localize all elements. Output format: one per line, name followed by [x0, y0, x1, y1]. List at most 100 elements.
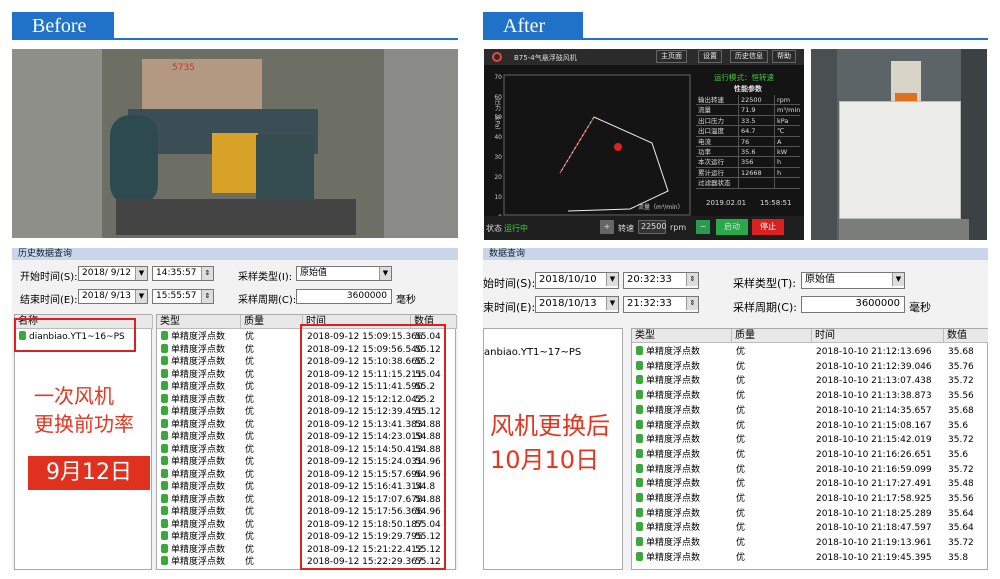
chevron-down-icon[interactable]: ▼ — [135, 267, 147, 280]
chevron-down-icon[interactable]: ▼ — [892, 273, 904, 286]
blower-control-screen: B75-4气悬浮鼓风机 主页面 设置 历史信息 帮助 运行模式：恒转速 70 60… — [484, 49, 804, 240]
table-row[interactable]: 单精度浮点数 优 2018-10-10 21:13:38.873 35.56 — [632, 390, 987, 403]
table-row[interactable]: 单精度浮点数 优 2018-10-10 21:19:45.395 35.8 — [632, 551, 987, 565]
table-row[interactable]: 单精度浮点数 优 2018-10-10 21:19:13.961 35.72 — [632, 537, 987, 550]
cell-type: 单精度浮点数 — [161, 556, 225, 568]
chevron-down-icon[interactable]: ▼ — [606, 273, 618, 286]
speed-minus-button[interactable]: − — [696, 220, 710, 234]
end-date-input[interactable]: 2018/10/13 ▼ — [535, 296, 619, 313]
cell-quality: 优 — [736, 420, 746, 431]
tab-history[interactable]: 历史信息 — [730, 50, 768, 63]
param-v: 356 — [738, 157, 774, 167]
spin-icon[interactable]: ⇕ — [686, 273, 698, 286]
tab-home[interactable]: 主页面 — [656, 50, 687, 63]
sample-period-label: 采样周期(C): — [238, 295, 297, 306]
end-time-input[interactable]: 15:55:57 ⇕ — [152, 289, 214, 304]
float-type-icon — [161, 393, 168, 403]
col-type: 类型 — [157, 315, 241, 329]
cell-type: 单精度浮点数 — [161, 406, 225, 418]
sample-type-label: 采样类型(I): — [238, 272, 293, 283]
cell-quality: 优 — [245, 532, 255, 542]
start-time-label: 开始时间(S): — [20, 272, 78, 283]
table-row[interactable]: 单精度浮点数 优 2018-10-10 21:16:26.651 35.6 — [632, 448, 987, 462]
end-time-input[interactable]: 21:32:33 ⇕ — [623, 296, 699, 313]
brand-logo-icon — [492, 52, 502, 62]
cell-type: 单精度浮点数 — [161, 518, 225, 531]
cell-quality: 优 — [736, 479, 746, 490]
param-v: 35.6 — [738, 146, 774, 157]
param-k: 输出转速 — [698, 96, 724, 104]
cell-quality: 优 — [736, 508, 746, 519]
table-row[interactable]: 单精度浮点数 优 2018-10-10 21:12:39.046 35.76 — [632, 360, 987, 374]
cell-quality: 优 — [736, 391, 746, 402]
speed-label: 转速 — [618, 224, 634, 233]
cell-type: 单精度浮点数 — [161, 543, 225, 556]
cell-type: 单精度浮点数 — [636, 419, 700, 432]
spin-icon[interactable]: ⇕ — [686, 297, 698, 310]
cell-type: 单精度浮点数 — [636, 507, 700, 520]
float-type-icon — [161, 468, 168, 478]
tag-list[interactable]: 名称 dianbiao.YT1~16~PS — [14, 314, 153, 570]
param-v: 33.5 — [738, 115, 774, 126]
float-type-icon — [161, 518, 168, 528]
stop-button[interactable]: 停止 — [752, 219, 784, 235]
tab-settings[interactable]: 设置 — [698, 50, 722, 63]
cell-quality: 优 — [736, 538, 746, 549]
cell-quality: 优 — [245, 469, 255, 480]
param-row: 输出转速 22500 rpm — [696, 95, 800, 106]
sample-period-input[interactable]: 3600000 — [801, 296, 905, 313]
y-tick: 20 — [494, 174, 502, 181]
speed-plus-button[interactable]: + — [600, 220, 614, 234]
tag-item[interactable]: anbiao.YT1~17~PS — [484, 347, 581, 358]
spin-icon[interactable]: ⇕ — [201, 290, 213, 303]
start-button[interactable]: 启动 — [716, 219, 748, 235]
end-date-input[interactable]: 2018/ 9/13 ▼ — [78, 289, 148, 304]
table-row[interactable]: 单精度浮点数 优 2018-10-10 21:12:13.696 35.68 — [632, 346, 987, 359]
cell-type: 单精度浮点数 — [161, 418, 225, 431]
float-type-icon — [161, 406, 168, 415]
param-u: kW — [774, 146, 798, 157]
chevron-down-icon[interactable]: ▼ — [379, 267, 391, 280]
float-type-icon — [161, 443, 168, 453]
cell-quality: 优 — [245, 344, 255, 355]
table-row[interactable]: 单精度浮点数 优 2018-10-10 21:14:35.657 35.68 — [632, 404, 987, 418]
table-row[interactable]: 单精度浮点数 优 2018-10-10 21:15:42.019 35.72 — [632, 434, 987, 447]
sample-period-input[interactable]: 3600000 — [296, 289, 392, 304]
start-date-input[interactable]: 2018/10/10 ▼ — [535, 272, 619, 289]
period-unit: 毫秒 — [909, 301, 931, 314]
table-row[interactable]: 单精度浮点数 优 2018-10-10 21:18:47.597 35.64 — [632, 522, 987, 535]
performance-table: 输出转速 22500 rpm 流量 71.9 m³/min 出口压力 33.5 kPa 出口温度 6… — [696, 95, 800, 189]
param-k: 电流 — [698, 137, 711, 146]
speed-value: 22500 — [638, 220, 666, 234]
table-row[interactable]: 单精度浮点数 优 2018-10-10 21:18:25.289 35.64 — [632, 507, 987, 521]
cell-type: 单精度浮点数 — [636, 375, 700, 387]
sample-type-select[interactable]: 原始值 ▼ — [296, 266, 392, 281]
param-u: A — [774, 136, 798, 146]
cell-value: 35.6 — [948, 420, 969, 431]
cell-value: 35.72 — [948, 464, 974, 475]
col-time: 时间 — [812, 329, 944, 343]
cell-type: 单精度浮点数 — [161, 431, 225, 443]
table-row[interactable]: 单精度浮点数 优 2018-10-10 21:16:59.099 35.72 — [632, 463, 987, 477]
param-v — [738, 178, 774, 188]
param-row: 电流 76 A — [696, 136, 800, 147]
start-time-input[interactable]: 20:32:33 ⇕ — [623, 272, 699, 289]
table-row[interactable]: 单精度浮点数 优 2018-10-10 21:17:27.491 35.48 — [632, 478, 987, 491]
cell-type: 单精度浮点数 — [161, 531, 225, 543]
old-blower-photo: 5735 — [12, 49, 458, 238]
chevron-down-icon[interactable]: ▼ — [606, 297, 618, 310]
col-type: 类型 — [632, 329, 732, 343]
sample-type-select[interactable]: 原始值 ▼ — [801, 272, 905, 289]
status-label: 状态 — [486, 224, 502, 233]
float-type-icon — [636, 551, 643, 561]
chevron-down-icon[interactable]: ▼ — [135, 290, 147, 303]
table-row[interactable]: 单精度浮点数 优 2018-10-10 21:17:58.925 35.56 — [632, 493, 987, 506]
spin-icon[interactable]: ⇕ — [201, 267, 213, 280]
history-query-after: 数据查询 始时间(S): 2018/10/10 ▼ 20:32:33 ⇕ 束时间(E… — [483, 248, 988, 570]
table-row[interactable]: 单精度浮点数 优 2018-10-10 21:15:08.167 35.6 — [632, 419, 987, 433]
param-row: 出口压力 33.5 kPa — [696, 115, 800, 127]
tab-help[interactable]: 帮助 — [772, 50, 796, 63]
table-row[interactable]: 单精度浮点数 优 2018-10-10 21:13:07.438 35.72 — [632, 375, 987, 388]
start-date-input[interactable]: 2018/ 9/12 ▼ — [78, 266, 148, 281]
start-time-input[interactable]: 14:35:57 ⇕ — [152, 266, 214, 281]
